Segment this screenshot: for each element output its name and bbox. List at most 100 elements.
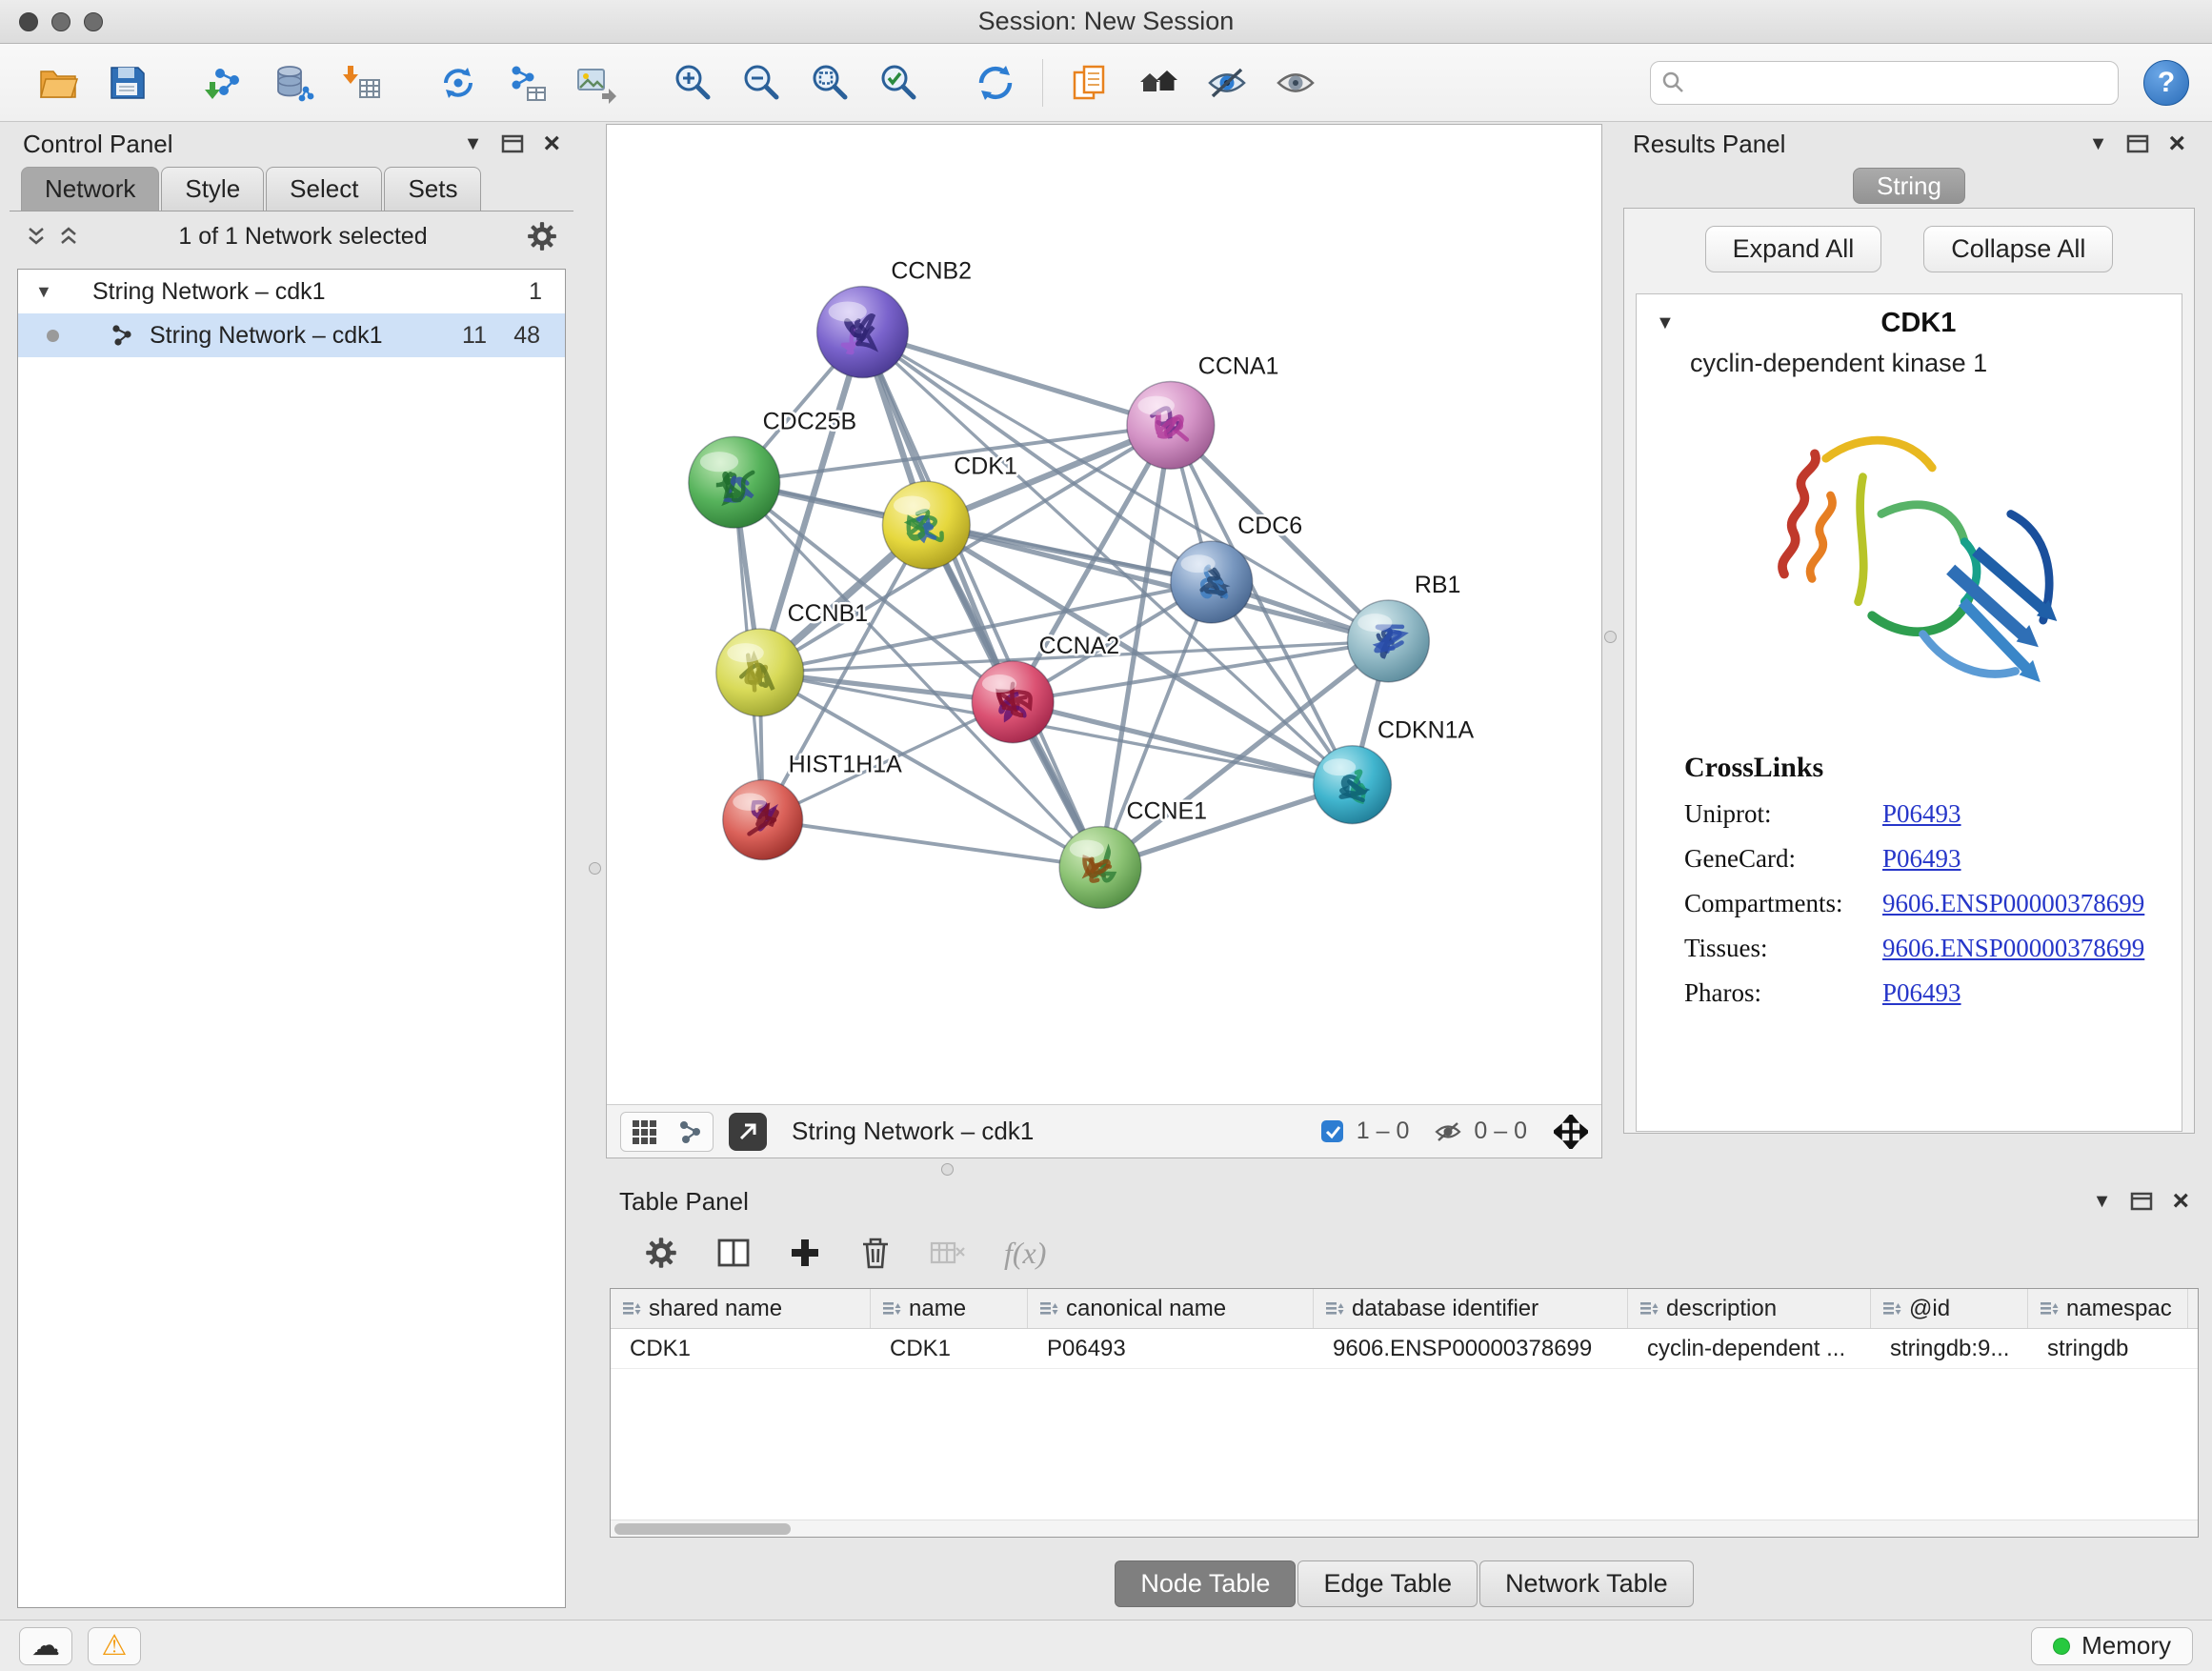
save-session-button[interactable] <box>99 53 154 112</box>
panel-close-icon[interactable]: × <box>543 134 560 153</box>
network-node-CCNA1[interactable] <box>1127 381 1215 469</box>
network-node-CDK1[interactable] <box>882 481 970 569</box>
column-header-shared-name[interactable]: shared name <box>611 1289 871 1328</box>
tree-expand-icon[interactable]: ▼ <box>35 282 52 302</box>
network-node-CCNB2[interactable] <box>817 287 909 378</box>
network-node-CDC6[interactable] <box>1171 541 1253 623</box>
zoom-in-button[interactable] <box>665 53 720 112</box>
table-cell[interactable]: 9606.ENSP00000378699 <box>1314 1329 1628 1368</box>
function-builder-button[interactable]: f(x) <box>1004 1236 1046 1271</box>
collapse-all-button[interactable]: Collapse All <box>1923 226 2113 272</box>
network-node-CCNB1[interactable] <box>716 629 804 716</box>
toggle-glass-button[interactable] <box>1268 53 1323 112</box>
zoom-out-button[interactable] <box>734 53 789 112</box>
selected-checkbox-icon[interactable] <box>1319 1118 1345 1144</box>
add-column-icon[interactable] <box>789 1237 821 1269</box>
panel-close-icon[interactable]: × <box>2168 134 2185 153</box>
table-settings-gear-icon[interactable] <box>644 1236 678 1270</box>
network-node-HIST1H1A[interactable] <box>723 780 803 860</box>
search-input[interactable] <box>1650 61 2119 105</box>
column-header-canonical-name[interactable]: canonical name <box>1028 1289 1314 1328</box>
toggle-structures-button[interactable] <box>1199 53 1255 112</box>
panel-float-icon[interactable] <box>2130 1191 2153 1212</box>
panel-close-icon[interactable]: × <box>2172 1192 2189 1211</box>
table-cell[interactable]: CDK1 <box>611 1329 871 1368</box>
network-node-CCNA2[interactable] <box>972 661 1054 743</box>
scrollbar-thumb[interactable] <box>614 1523 791 1535</box>
tab-node-table[interactable]: Node Table <box>1115 1560 1296 1607</box>
network-node-CDC25B[interactable] <box>689 436 780 528</box>
network-node-CDKN1A[interactable] <box>1314 746 1392 824</box>
crosslink-value-link[interactable]: P06493 <box>1882 799 1961 829</box>
move-crosshair-icon[interactable] <box>1554 1115 1588 1149</box>
panel-float-icon[interactable] <box>501 133 524 154</box>
new-network-from-selection-button[interactable] <box>499 53 554 112</box>
cloud-status-button[interactable]: ☁ <box>19 1627 72 1665</box>
select-columns-icon[interactable] <box>716 1237 751 1269</box>
zoom-fit-button[interactable] <box>802 53 857 112</box>
splitter-handle[interactable] <box>1604 631 1617 643</box>
tab-style[interactable]: Style <box>161 167 264 211</box>
maximize-window-button[interactable] <box>84 12 103 31</box>
help-button[interactable]: ? <box>2143 60 2189 106</box>
tab-sets[interactable]: Sets <box>384 167 481 211</box>
tab-string[interactable]: String <box>1853 168 1965 204</box>
table-cell[interactable]: stringdb <box>2028 1329 2188 1368</box>
grid-view-button[interactable] <box>621 1113 667 1151</box>
network-node-CCNE1[interactable] <box>1059 827 1141 909</box>
column-header-namespac[interactable]: namespac <box>2028 1289 2188 1328</box>
crosslink-value-link[interactable]: P06493 <box>1882 844 1961 874</box>
table-cell[interactable]: CDK1 <box>871 1329 1028 1368</box>
table-cell[interactable]: stringdb:9... <box>1871 1329 2028 1368</box>
network-overview-button[interactable] <box>667 1113 713 1151</box>
import-table-button[interactable] <box>333 53 389 112</box>
crosslink-value-link[interactable]: P06493 <box>1882 978 1961 1008</box>
open-session-button[interactable] <box>30 53 86 112</box>
table-data-row[interactable]: CDK1CDK1P064939606.ENSP00000378699cyclin… <box>611 1329 2198 1369</box>
zoom-selected-button[interactable] <box>871 53 926 112</box>
copy-document-button[interactable] <box>1062 53 1117 112</box>
export-image-button[interactable] <box>568 53 623 112</box>
table-horizontal-scrollbar[interactable] <box>611 1520 2198 1537</box>
close-window-button[interactable] <box>19 12 38 31</box>
column-header-name[interactable]: name <box>871 1289 1028 1328</box>
table-cell[interactable]: cyclin-dependent ... <box>1628 1329 1871 1368</box>
splitter-handle[interactable] <box>941 1163 954 1176</box>
network-row[interactable]: String Network – cdk1 11 48 <box>18 313 565 357</box>
memory-button[interactable]: Memory <box>2031 1627 2193 1665</box>
tab-network-table[interactable]: Network Table <box>1479 1560 1694 1607</box>
table-cell[interactable]: P06493 <box>1028 1329 1314 1368</box>
tab-network[interactable]: Network <box>21 167 159 211</box>
panel-menu-icon[interactable]: ▼ <box>464 133 483 155</box>
minimize-window-button[interactable] <box>51 12 70 31</box>
network-canvas[interactable]: CCNB2CCNA1CDC25BCDK1CDC6RB1CCNB1CCNA2CDK… <box>607 125 1601 1104</box>
column-header-description[interactable]: description <box>1628 1289 1871 1328</box>
open-in-new-button[interactable] <box>729 1113 767 1151</box>
panel-menu-icon[interactable]: ▼ <box>2093 1191 2112 1213</box>
expand-all-icon[interactable] <box>57 225 80 248</box>
network-node-RB1[interactable] <box>1348 600 1430 682</box>
import-network-file-button[interactable] <box>196 53 251 112</box>
network-collection-row[interactable]: ▼ String Network – cdk1 1 <box>18 270 565 313</box>
splitter-handle[interactable] <box>589 862 601 875</box>
column-header--id[interactable]: @id <box>1871 1289 2028 1328</box>
gear-icon[interactable] <box>526 220 558 252</box>
apply-layout-button[interactable] <box>968 53 1023 112</box>
section-collapse-icon[interactable]: ▼ <box>1656 312 1675 334</box>
crosslink-value-link[interactable]: 9606.ENSP00000378699 <box>1882 934 2144 963</box>
first-neighbors-button[interactable] <box>431 53 486 112</box>
panel-float-icon[interactable] <box>2126 133 2149 154</box>
warnings-button[interactable]: ⚠ <box>88 1627 141 1665</box>
expand-all-button[interactable]: Expand All <box>1705 226 1882 272</box>
import-network-database-button[interactable] <box>265 53 320 112</box>
string-home-button[interactable] <box>1131 53 1186 112</box>
tab-edge-table[interactable]: Edge Table <box>1297 1560 1478 1607</box>
column-header-database-identifier[interactable]: database identifier <box>1314 1289 1628 1328</box>
crosslink-value-link[interactable]: 9606.ENSP00000378699 <box>1882 889 2144 918</box>
panel-menu-icon[interactable]: ▼ <box>2089 133 2108 155</box>
column-sort-icon <box>1039 1299 1058 1319</box>
hidden-eye-icon[interactable] <box>1434 1117 1462 1146</box>
delete-column-icon[interactable] <box>859 1236 892 1270</box>
collapse-all-icon[interactable] <box>25 225 48 248</box>
tab-select[interactable]: Select <box>266 167 382 211</box>
